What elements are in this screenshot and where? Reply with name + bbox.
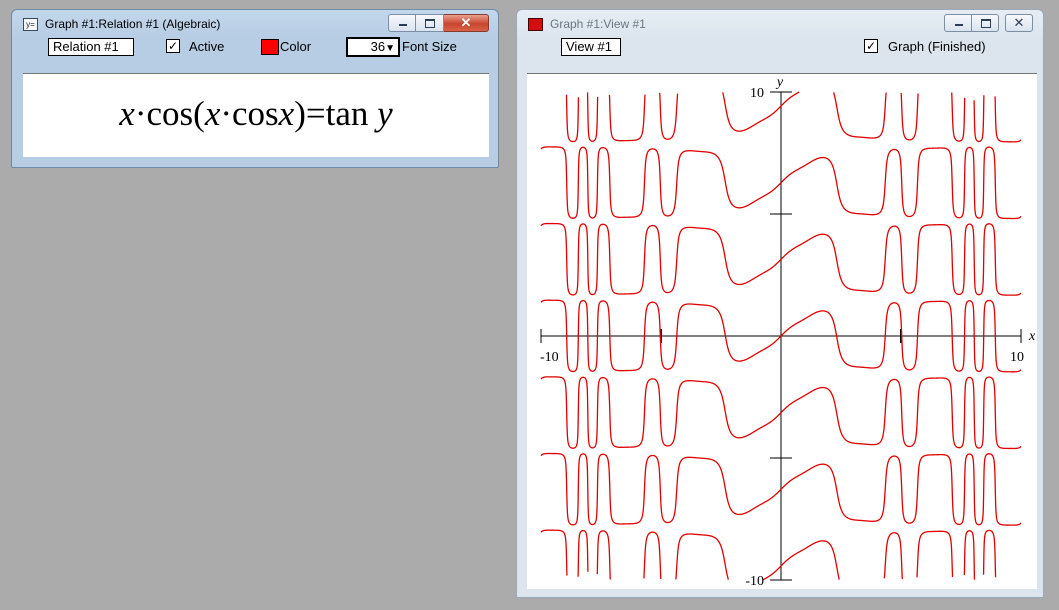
minimize-icon <box>945 15 971 31</box>
minimize-icon <box>389 15 415 31</box>
active-label: Active <box>189 39 225 54</box>
close-icon: ✕ <box>1013 15 1025 30</box>
minimize-button[interactable] <box>388 14 416 32</box>
font-size-label: Font Size <box>402 39 457 54</box>
formula-paren: ) <box>294 94 306 133</box>
maximize-icon <box>416 15 443 31</box>
y-tick-label: -10 <box>745 574 764 589</box>
color-swatch-button[interactable] <box>261 39 279 55</box>
close-button[interactable]: ✕ <box>444 14 489 32</box>
font-size-value: 36 <box>370 39 386 54</box>
relation-toolbar: Relation #1 ✓ Active Color 36▼ Font Size <box>18 37 492 57</box>
graph-view-window: Graph #1:View #1 ✕ View #1 ✓ Graph (Fini… <box>516 9 1044 598</box>
maximize-button[interactable] <box>416 14 444 32</box>
formula-paren: ( <box>193 94 205 133</box>
graph-checkbox[interactable]: ✓ <box>864 39 878 53</box>
formula-panel[interactable]: x·cos(x·cosx)=tan y <box>23 73 489 157</box>
dropdown-arrow-icon: ▼ <box>385 43 395 54</box>
color-label: Color <box>280 39 312 54</box>
formula-x: x <box>119 94 135 133</box>
formula-cos: cos <box>146 94 194 133</box>
maximize-icon <box>972 15 998 31</box>
relation-name-field[interactable]: Relation #1 <box>48 38 134 56</box>
relation-formula: x·cos(x·cosx)=tan y <box>23 94 489 134</box>
x-tick-label: 10 <box>1010 350 1024 365</box>
close-button[interactable]: ✕ <box>1005 14 1033 32</box>
view-window-title: Graph #1:View #1 <box>550 17 646 31</box>
graph-status-label: Graph (Finished) <box>888 39 986 54</box>
formula-cos: cos <box>232 94 279 133</box>
active-checkbox[interactable]: ✓ <box>166 39 180 53</box>
close-icon: ✕ <box>460 15 472 30</box>
view-name-field[interactable]: View #1 <box>561 38 621 56</box>
graph-window-icon <box>528 18 543 31</box>
view-window-titlebar[interactable]: Graph #1:View #1 ✕ <box>517 10 1043 38</box>
formula-dot: · <box>134 94 147 133</box>
graph-canvas[interactable]: -10 10 10 -10 x y <box>527 73 1037 589</box>
font-size-select[interactable]: 36▼ <box>346 37 400 57</box>
x-tick-label: -10 <box>540 350 559 365</box>
curve-branch <box>540 529 997 581</box>
view-toolbar: View #1 ✓ Graph (Finished) <box>523 38 1037 56</box>
x-axis-label: x <box>1028 329 1036 344</box>
formula-tan: tan <box>325 94 369 133</box>
relation-window-titlebar[interactable]: y= Graph #1:Relation #1 (Algebraic) ✕ <box>12 10 498 38</box>
formula-dot: · <box>220 94 233 133</box>
curve-branch <box>565 91 1022 143</box>
formula-equals: = <box>305 94 326 133</box>
formula-x: x <box>204 94 221 133</box>
equation-window-icon: y= <box>23 18 38 31</box>
minimize-button[interactable] <box>944 14 972 32</box>
y-tick-label: 10 <box>750 86 764 101</box>
formula-y: y <box>377 94 393 133</box>
maximize-button[interactable] <box>971 14 999 32</box>
relation-window: y= Graph #1:Relation #1 (Algebraic) ✕ Re… <box>11 9 499 168</box>
formula-x: x <box>278 94 295 133</box>
relation-plot: -10 10 10 -10 x y <box>540 75 1036 589</box>
relation-window-title: Graph #1:Relation #1 (Algebraic) <box>45 17 221 31</box>
y-axis-label: y <box>775 75 784 90</box>
